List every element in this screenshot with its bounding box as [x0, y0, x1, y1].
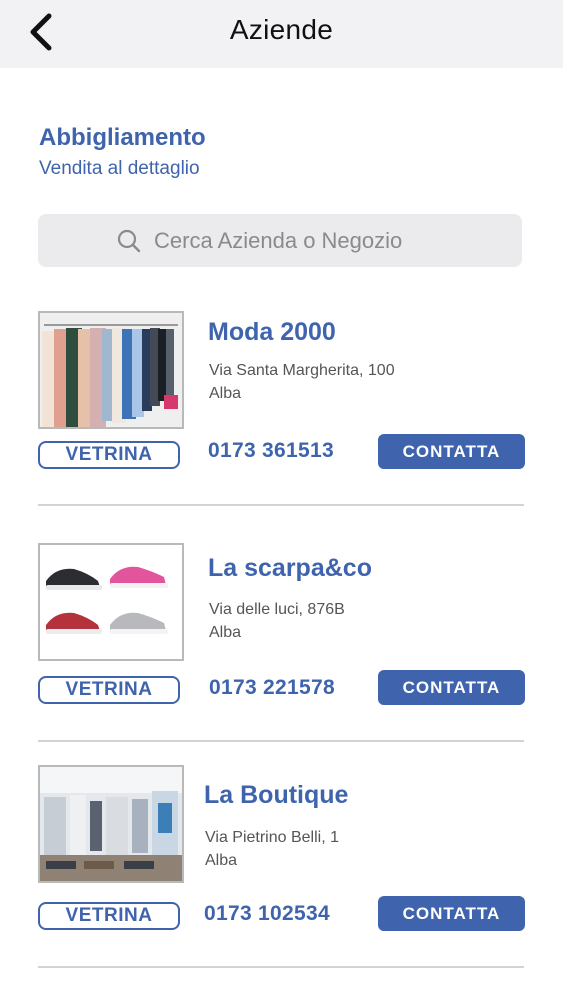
clothes-rack-image[interactable]	[38, 311, 184, 429]
contatta-button[interactable]: CONTATTA	[378, 670, 525, 705]
business-name[interactable]: La Boutique	[204, 781, 348, 810]
divider	[38, 740, 524, 742]
business-city: Alba	[209, 385, 242, 402]
category-subtitle: Vendita al dettaglio	[39, 158, 200, 179]
business-address: Via Pietrino Belli, 1	[205, 829, 339, 846]
category-title: Abbigliamento	[39, 124, 206, 151]
business-name[interactable]: Moda 2000	[208, 318, 336, 347]
phone-link[interactable]: 0173 102534	[204, 902, 330, 926]
business-address: Via delle luci, 876B	[209, 601, 345, 618]
business-city: Alba	[205, 852, 238, 869]
search-icon	[117, 229, 141, 252]
boutique-interior-image[interactable]	[38, 765, 184, 883]
vetrina-button[interactable]: VETRINA	[38, 902, 180, 930]
phone-link[interactable]: 0173 221578	[209, 676, 335, 700]
vetrina-button[interactable]: VETRINA	[38, 441, 180, 469]
divider	[38, 966, 524, 968]
business-name[interactable]: La scarpa&co	[208, 554, 372, 583]
sneakers-image[interactable]	[38, 543, 184, 661]
divider	[38, 504, 524, 506]
search-input[interactable]	[154, 227, 444, 254]
business-city: Alba	[209, 624, 242, 641]
contatta-button[interactable]: CONTATTA	[378, 434, 525, 469]
contatta-button[interactable]: CONTATTA	[378, 896, 525, 931]
navigation-bar: Aziende	[0, 0, 563, 68]
business-address: Via Santa Margherita, 100	[209, 362, 395, 379]
page-title: Aziende	[229, 14, 334, 45]
search-bar[interactable]	[38, 214, 522, 267]
vetrina-button[interactable]: VETRINA	[38, 676, 180, 704]
phone-link[interactable]: 0173 361513	[208, 439, 334, 463]
